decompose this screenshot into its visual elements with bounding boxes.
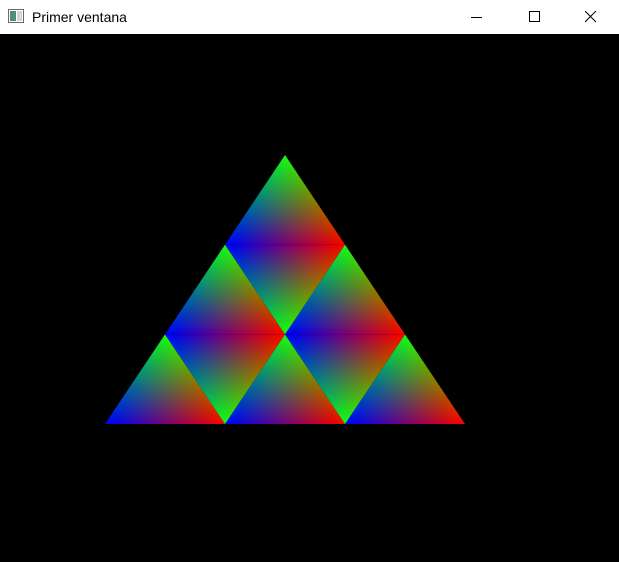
minimize-button[interactable] — [448, 0, 506, 33]
up-triangle — [225, 155, 345, 245]
app-window: Primer ventana — [0, 0, 619, 562]
window-title: Primer ventana — [32, 9, 127, 25]
maximize-button[interactable] — [506, 0, 564, 33]
maximize-icon — [529, 10, 540, 22]
close-button[interactable] — [563, 0, 619, 33]
app-window-icon — [8, 9, 24, 23]
opengl-viewport[interactable] — [0, 34, 619, 562]
close-icon — [585, 10, 597, 22]
minimize-icon — [471, 16, 482, 18]
triangle-scene — [105, 155, 465, 424]
title-bar[interactable]: Primer ventana — [0, 0, 619, 34]
